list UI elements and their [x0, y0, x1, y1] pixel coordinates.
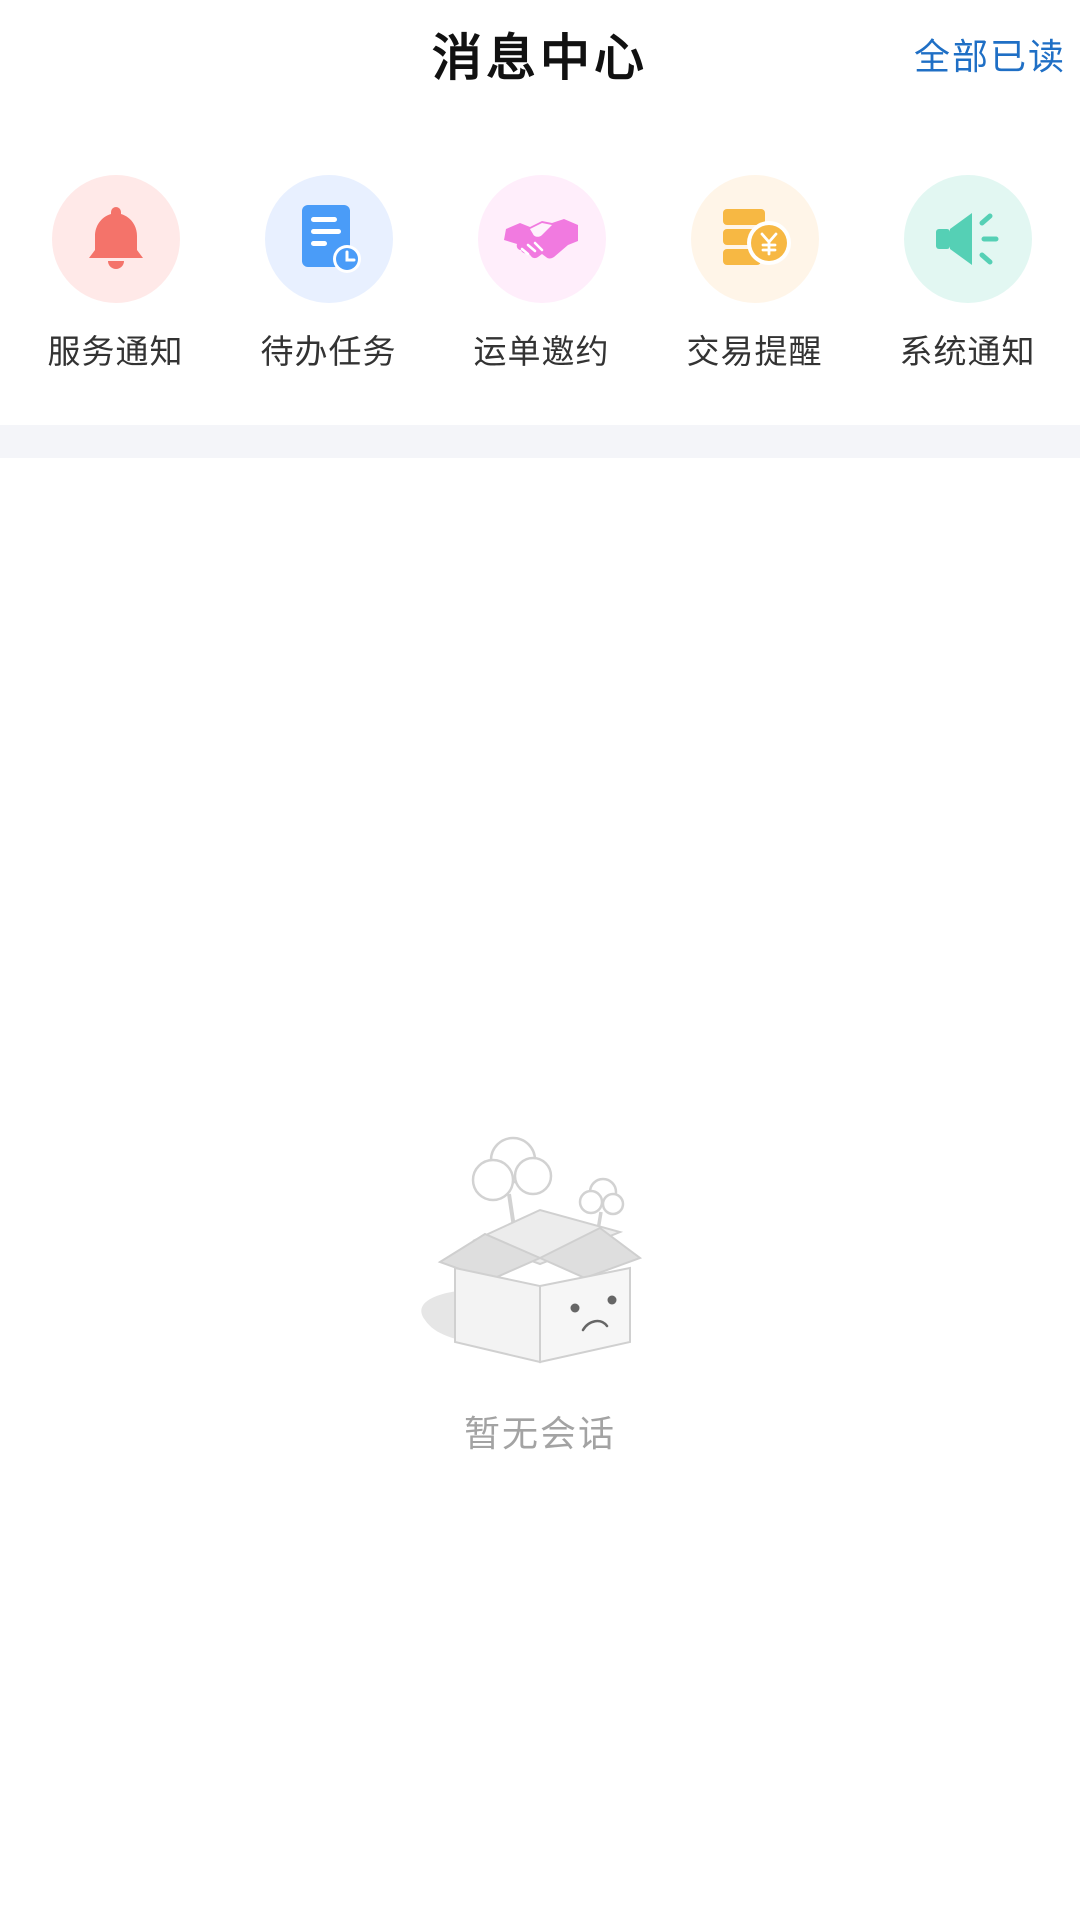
category-label: 服务通知	[47, 332, 184, 371]
category-bar: 服务通知 待办任务 运单邀约 交易提醒 系统通知	[0, 175, 1080, 375]
empty-box-icon	[421, 1136, 643, 1364]
category-service-notice[interactable]: 服务通知	[9, 175, 222, 375]
category-icon-circle	[264, 175, 393, 303]
category-todo-tasks[interactable]: 待办任务	[222, 175, 435, 375]
category-system-notice[interactable]: 系统通知	[861, 175, 1074, 375]
coin-stack-yen-icon	[722, 209, 791, 265]
todo-document-clock-icon	[301, 205, 361, 273]
category-waybill-invitation[interactable]: 运单邀约	[435, 175, 648, 375]
category-icon-circle	[690, 175, 819, 303]
category-label: 运单邀约	[473, 332, 610, 371]
empty-state: 暂无会话	[0, 1120, 1080, 1470]
megaphone-icon	[935, 213, 998, 265]
category-icon-circle	[51, 175, 180, 303]
header: 消息中心 全部已读	[0, 0, 1080, 105]
bell-icon	[88, 207, 143, 269]
mark-all-read-button[interactable]: 全部已读	[914, 28, 1066, 80]
empty-state-text: 暂无会话	[463, 1414, 616, 1455]
handshake-icon	[503, 219, 578, 259]
category-label: 待办任务	[260, 332, 397, 371]
category-icon-circle	[903, 175, 1032, 303]
category-label: 交易提醒	[686, 332, 823, 371]
category-icon-circle	[477, 175, 606, 303]
section-divider	[0, 425, 1080, 458]
category-label: 系统通知	[899, 332, 1036, 371]
category-transaction-reminder[interactable]: 交易提醒	[648, 175, 861, 375]
